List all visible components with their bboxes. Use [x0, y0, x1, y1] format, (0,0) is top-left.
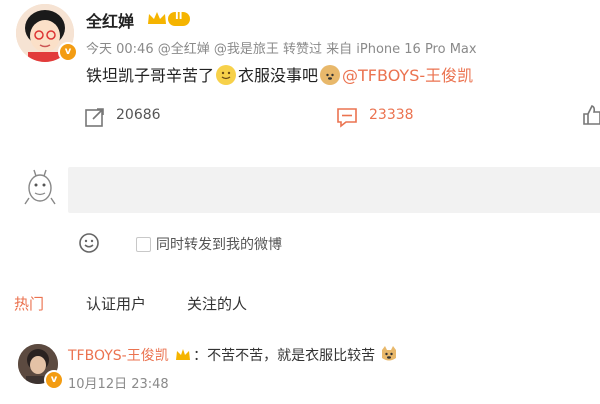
also-repost-checkbox[interactable] — [136, 237, 151, 252]
like-icon[interactable] — [582, 104, 600, 130]
mention-link[interactable]: @TFBOYS-王俊凯 — [342, 66, 473, 85]
smile-emoji-icon — [216, 65, 237, 85]
post-meta: 今天 00:46 @全红婵 @我是旅王 转赞过 来自 iPhone 16 Pro… — [86, 42, 477, 57]
also-repost-label[interactable]: 同时转发到我的微博 — [156, 234, 282, 254]
comment-count[interactable]: 23338 — [369, 107, 414, 123]
post-username[interactable]: 全红婵 — [86, 8, 134, 32]
repost-count[interactable]: 20686 — [116, 107, 161, 123]
reply-username[interactable]: TFBOYS-王俊凯 — [68, 348, 169, 364]
tab-verified-users[interactable]: 认证用户 — [86, 293, 146, 314]
post-text: 铁坦凯子哥辛苦了 衣服没事吧 @TFBOYS-王俊凯 — [86, 62, 473, 86]
post-text-part-1: 铁坦凯子哥辛苦了 — [86, 66, 215, 85]
reply-crown-icon — [175, 348, 191, 366]
crown-icon — [148, 12, 190, 26]
reply-content: TFBOYS-王俊凯 ：不苦不苦，就是衣服比较苦 — [68, 344, 401, 366]
repost-icon[interactable] — [84, 106, 106, 132]
vip-badge[interactable]: II — [146, 10, 192, 32]
doge-emoji-icon — [379, 344, 399, 364]
tab-hot[interactable]: 热门 — [14, 293, 44, 314]
reply-verified-icon: v — [44, 370, 64, 390]
doge-emoji-icon — [320, 65, 341, 85]
post-text-part-2: 衣服没事吧 — [238, 66, 319, 85]
tab-following[interactable]: 关注的人 — [187, 293, 247, 314]
vip-level: II — [175, 11, 183, 22]
reply-timestamp: 10月12日 23:48 — [68, 377, 169, 392]
verified-badge-icon: v — [58, 42, 78, 62]
comment-icon[interactable] — [336, 106, 358, 132]
emoji-picker-icon[interactable] — [78, 232, 100, 258]
composer-avatar-icon — [22, 168, 58, 212]
reply-text: ：不苦不苦，就是衣服比较苦 — [193, 348, 376, 364]
comment-input[interactable] — [68, 167, 600, 213]
